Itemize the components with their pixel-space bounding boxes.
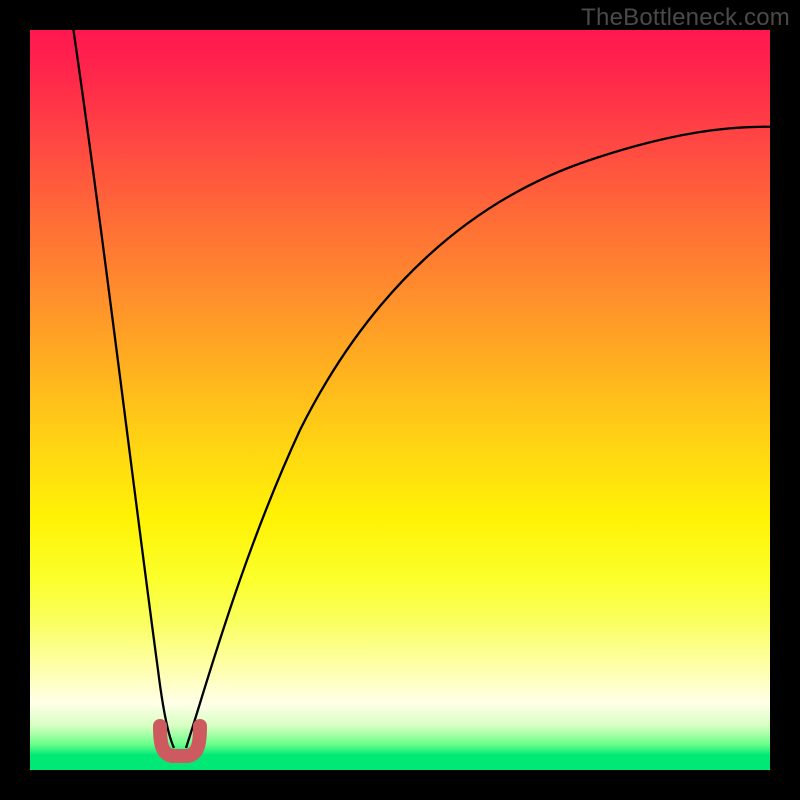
left-branch-curve [72, 30, 174, 748]
watermark-text: TheBottleneck.com [581, 4, 790, 32]
chart-frame: TheBottleneck.com [0, 0, 800, 800]
curve-layer [30, 30, 770, 770]
right-branch-curve [186, 127, 770, 748]
optimal-marker [160, 726, 200, 756]
plot-area [30, 30, 770, 770]
